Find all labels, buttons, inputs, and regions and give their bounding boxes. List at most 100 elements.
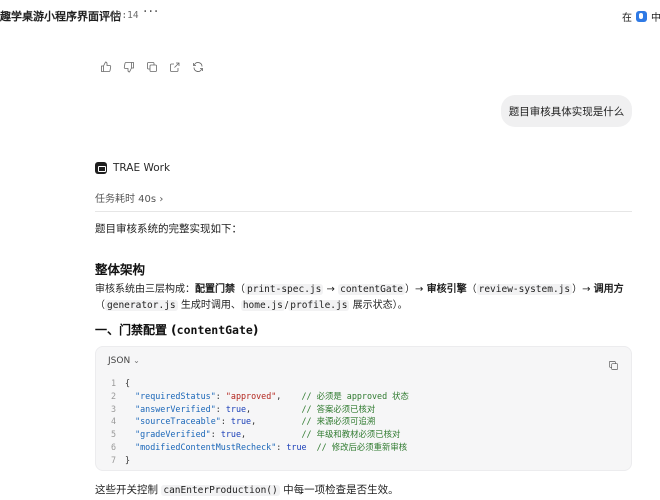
line-code: "sourceTraceable": true, // 来源必须可追溯 — [116, 415, 375, 428]
code-line: 7} — [96, 454, 631, 467]
regenerate-icon[interactable] — [191, 60, 204, 74]
code-token: // 修改后必须重新审核 — [316, 441, 408, 452]
user-message-text: 题目审核具体实现是什么 — [508, 105, 625, 118]
header-right-text-2: 中 — [651, 13, 660, 24]
copy-code-icon[interactable] — [608, 356, 620, 370]
window-title: 趣学桌游小程序界面评估 — [0, 10, 121, 23]
bold-span: 审核引擎 — [426, 284, 467, 295]
text-span: 生成时调用、 — [177, 299, 241, 311]
copy-icon[interactable] — [145, 60, 158, 74]
heading-code: contentGate — [176, 323, 253, 337]
bold-span: 配置门禁 — [195, 284, 235, 295]
code-line: 3 "answerVerified": true, // 答案必须已核对 — [96, 403, 631, 416]
code-block: JSON ⌄ 1{2 "requiredStatus": "approved",… — [95, 346, 632, 471]
code-token: : — [220, 416, 231, 427]
code-token: "sourceTraceable" — [125, 416, 221, 427]
agent-logo-icon — [95, 162, 107, 174]
code-token: "approved" — [225, 390, 277, 401]
heading-text: 一、门禁配置 ( — [95, 323, 177, 337]
intro-text: 题目审核系统的完整实现如下： — [95, 223, 242, 235]
more-options-button[interactable]: ··· — [143, 4, 159, 20]
line-number: 1 — [110, 378, 116, 388]
code-lines: 1{2 "requiredStatus": "approved", // 必须是… — [96, 377, 631, 467]
code-token: , — [246, 403, 302, 414]
code-token: // 年级和教材必须已核对 — [301, 429, 401, 440]
inline-code: contentGate — [338, 284, 406, 295]
code-token: "answerVerified" — [125, 403, 216, 414]
code-token: // 必须是 approved 状态 — [301, 390, 409, 401]
line-number: 5 — [110, 429, 116, 440]
code-token: // 答案必须已核对 — [301, 403, 376, 414]
line-number: 7 — [110, 454, 116, 465]
inline-code: generator.js — [105, 299, 178, 311]
task-duration-toggle[interactable]: 任务耗时 40s › — [95, 190, 163, 205]
code-line: 2 "requiredStatus": "approved", // 必须是 a… — [96, 390, 631, 403]
line-code: "gradeVerified": true, // 年级和教材必须已核对 — [116, 428, 400, 441]
thumbs-down-icon[interactable] — [122, 60, 135, 74]
inline-code: print-spec.js — [245, 284, 324, 295]
code-token: true — [230, 416, 252, 427]
text-span: ）→ — [572, 284, 594, 295]
text-span: ）→ — [405, 284, 427, 295]
language-label: JSON — [108, 356, 131, 366]
chevron-right-icon: › — [159, 194, 164, 205]
share-icon[interactable] — [168, 60, 181, 74]
heading-text: ) — [252, 323, 259, 337]
line-code: } — [116, 454, 130, 467]
line-code: "requiredStatus": "approved", // 必须是 app… — [116, 390, 409, 403]
line-number: 2 — [110, 390, 116, 401]
code-line: 1{ — [96, 377, 631, 390]
text-span: （ — [95, 299, 105, 311]
app-badge-icon[interactable] — [636, 11, 647, 22]
thumbs-up-icon[interactable] — [99, 60, 112, 74]
text-span: （ — [466, 284, 477, 295]
text-span: 中每一项检查是否生效。 — [279, 484, 399, 496]
header-right-text-1: 在 — [622, 13, 632, 24]
code-token: , — [240, 429, 302, 440]
text-span: 审核系统由三层构成： — [95, 284, 195, 295]
code-token: true — [286, 441, 307, 452]
code-token: : — [276, 441, 287, 452]
code-token: : — [215, 403, 226, 414]
code-token: true — [220, 429, 241, 440]
inline-code: canEnterProduction() — [161, 485, 280, 496]
code-token: "gradeVerified" — [125, 429, 211, 440]
code-token: , — [251, 416, 302, 427]
text-span: 这些开关控制 — [95, 484, 162, 496]
heading-content-gate: 一、门禁配置 (contentGate) — [95, 321, 258, 338]
message-actions — [99, 60, 204, 74]
heading-architecture: 整体架构 — [95, 262, 146, 277]
code-token: "requiredStatus" — [125, 390, 216, 401]
code-token: // 来源必须可追溯 — [301, 416, 376, 427]
line-number: 4 — [110, 416, 116, 427]
line-code: "answerVerified": true, // 答案必须已核对 — [116, 403, 375, 416]
agent-header: TRAE Work — [95, 162, 170, 174]
task-duration-label: 任务耗时 40s — [95, 194, 157, 205]
code-token: , — [276, 390, 302, 401]
code-token: "modifiedContentMustRecheck" — [125, 441, 277, 452]
line-number: 6 — [110, 441, 116, 452]
inline-code: review-system.js — [476, 284, 573, 295]
line-number: 3 — [110, 403, 116, 414]
footer-text: 这些开关控制 canEnterProduction() 中每一项检查是否生效。 — [95, 482, 399, 497]
bold-span: 调用方 — [593, 284, 624, 295]
code-token: : — [215, 390, 226, 401]
line-code: "modifiedContentMustRecheck": true // 修改… — [116, 441, 407, 454]
code-token: { — [125, 378, 131, 388]
text-span: （ — [235, 284, 245, 295]
divider — [95, 211, 632, 212]
elapsed-time: 00:14 — [110, 10, 139, 21]
code-token: } — [125, 454, 131, 465]
code-line: 4 "sourceTraceable": true, // 来源必须可追溯 — [96, 415, 631, 428]
inline-code: home.js — [240, 299, 285, 311]
inline-code: profile.js — [288, 299, 350, 311]
code-line: 6 "modifiedContentMustRecheck": true // … — [96, 441, 631, 454]
agent-name: TRAE Work — [113, 162, 171, 174]
code-token: : — [210, 429, 221, 440]
header-right-status: 在 中 — [622, 9, 660, 24]
code-token: true — [225, 403, 247, 414]
text-span: → — [323, 284, 339, 295]
code-line: 5 "gradeVerified": true, // 年级和教材必须已核对 — [96, 428, 631, 441]
language-selector[interactable]: JSON ⌄ — [108, 356, 140, 366]
